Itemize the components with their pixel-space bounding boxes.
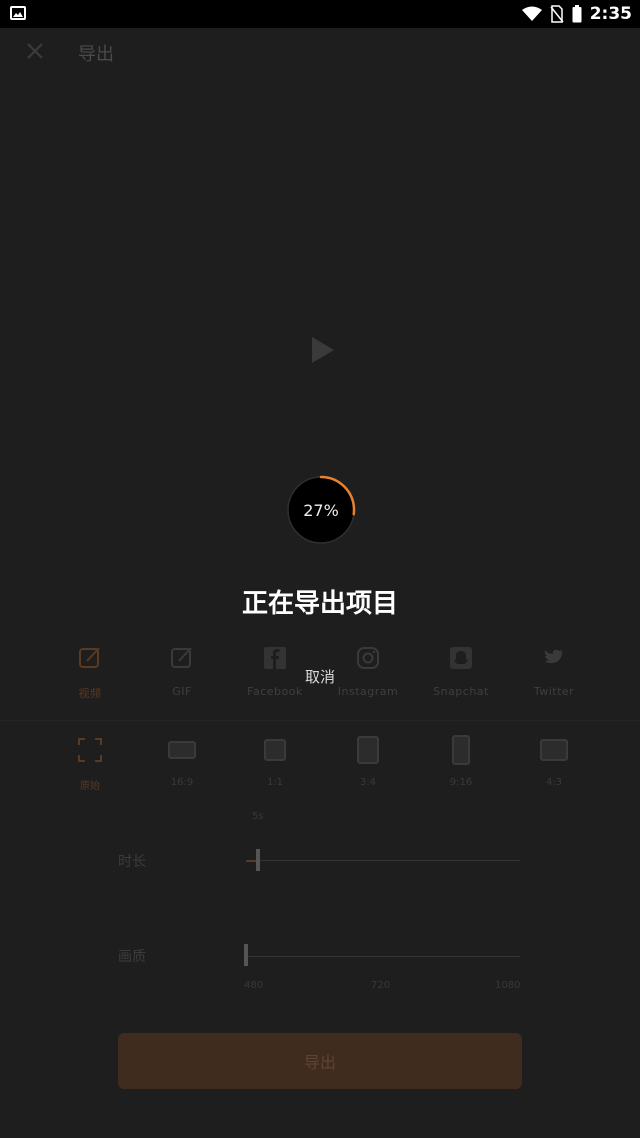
export-progress-overlay: 27% 正在导出项目 取消	[0, 0, 640, 1138]
exporting-message: 正在导出项目	[241, 589, 398, 619]
cancel-button[interactable]: 取消	[290, 666, 350, 687]
progress-percent: 27%	[303, 500, 339, 520]
